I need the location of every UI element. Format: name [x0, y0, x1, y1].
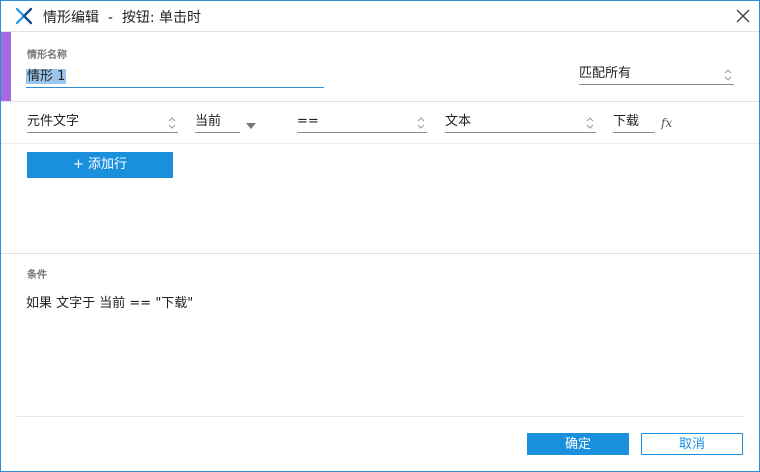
- scenario-name-input[interactable]: 情形 1: [26, 65, 324, 88]
- axure-logo-icon: [15, 7, 33, 25]
- up-down-chevron-icon: [724, 69, 732, 81]
- condition-dialog: 情形编辑 - 按钮: 单击时 情形名称 情形 1 匹配所有 元件文字 当前 ==…: [0, 0, 760, 472]
- value-type-select[interactable]: 文本: [445, 113, 596, 133]
- summary-section: 条件 如果 文字于 当前 == "下载": [1, 254, 759, 419]
- operator-select[interactable]: ==: [297, 113, 427, 133]
- add-row-button[interactable]: + 添加行: [27, 152, 173, 178]
- operator-select-value: ==: [297, 114, 319, 129]
- element-select[interactable]: 当前: [195, 113, 240, 133]
- cancel-button[interactable]: 取消: [641, 433, 743, 455]
- ok-button[interactable]: 确定: [527, 433, 629, 455]
- up-down-chevron-icon: [417, 117, 425, 129]
- value-type-select-value: 文本: [445, 114, 472, 129]
- target-select[interactable]: 元件文字: [27, 113, 178, 133]
- row-divider: [1, 143, 759, 144]
- title-bar: 情形编辑 - 按钮: 单击时: [1, 1, 759, 32]
- scenario-name-section: 情形名称 情形 1 匹配所有: [1, 32, 759, 102]
- close-icon[interactable]: [733, 6, 753, 26]
- footer-divider: [17, 416, 744, 417]
- summary-label: 条件: [27, 270, 47, 281]
- summary-text: 如果 文字于 当前 == "下载": [26, 296, 194, 311]
- target-select-value: 元件文字: [27, 114, 80, 129]
- match-select[interactable]: 匹配所有: [579, 65, 734, 85]
- scenario-name-label: 情形名称: [27, 50, 67, 61]
- value-input[interactable]: 下载: [613, 113, 655, 133]
- up-down-chevron-icon: [586, 117, 594, 129]
- match-select-value: 匹配所有: [579, 66, 632, 81]
- condition-rows-section: 元件文字 当前 == 文本 下载 fx + 添加行: [1, 102, 759, 254]
- fx-icon[interactable]: fx: [661, 116, 672, 130]
- up-down-chevron-icon: [168, 117, 176, 129]
- element-select-value: 当前: [195, 114, 222, 129]
- scenario-name-value: 情形 1: [26, 69, 67, 84]
- value-input-text: 下载: [613, 114, 640, 129]
- window-title: 情形编辑 - 按钮: 单击时: [43, 10, 202, 26]
- triangle-down-icon[interactable]: [246, 123, 256, 129]
- accent-bar: [1, 32, 11, 101]
